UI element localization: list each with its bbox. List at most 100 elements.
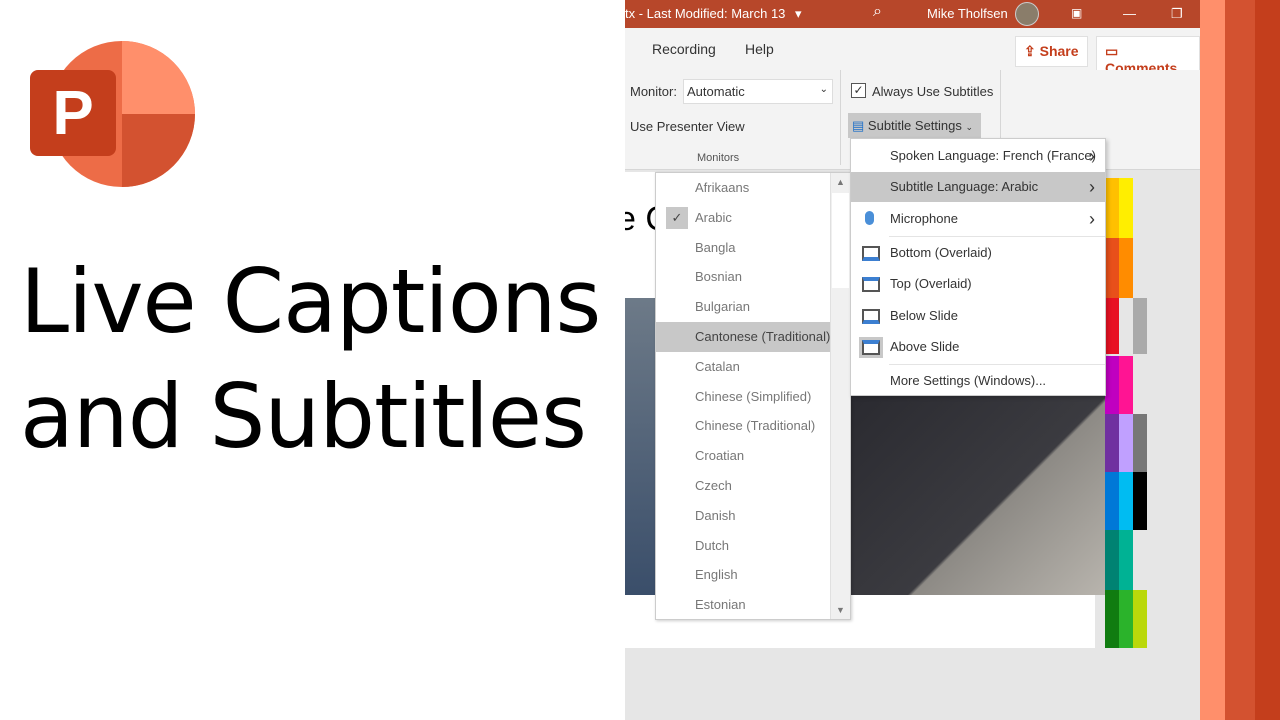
file-title[interactable]: tx - Last Modified: March 13 [625, 6, 785, 21]
slide-photo-tablet [850, 395, 1118, 595]
tab-help[interactable]: Help [745, 41, 774, 57]
language-label: Bosnian [695, 269, 742, 285]
scroll-up-arrow[interactable]: ▲ [831, 173, 850, 187]
language-label: Croatian [695, 448, 745, 464]
title-bar: tx - Last Modified: March 13 ▾ ⌕ Mike Th… [625, 0, 1200, 28]
share-icon: ⇪ [1024, 43, 1040, 59]
tab-recording[interactable]: Recording [652, 41, 716, 57]
monitor-select[interactable]: Automatic ⌄ [683, 79, 833, 104]
headline-line-1: Live Captions [20, 250, 601, 353]
color-tab [1105, 530, 1119, 590]
subtitle-settings-menu: Spoken Language: French (France) › Subtitl… [850, 138, 1106, 396]
user-name[interactable]: Mike Tholfsen [927, 6, 1008, 21]
restore-button[interactable]: ❐ [1171, 6, 1183, 22]
menu-item[interactable]: Top (Overlaid) [851, 269, 1105, 299]
always-use-subtitles-label: Always Use Subtitles [872, 84, 994, 99]
file-title-dropdown[interactable]: ▾ [795, 6, 802, 22]
color-tab [1105, 472, 1119, 530]
subtitle-settings-button[interactable]: ▤ Subtitle Settings ⌄ [848, 113, 981, 138]
menu-item-label: Above Slide [890, 339, 960, 354]
language-option[interactable]: Bangla [656, 233, 831, 263]
language-label: Cantonese (Traditional) [695, 329, 831, 344]
color-tab [1133, 472, 1147, 530]
always-use-subtitles-checkbox[interactable]: ✓ [851, 83, 866, 98]
group-label-monitors: Monitors [697, 152, 740, 164]
color-tab [1119, 530, 1133, 590]
subtitle-bottom-icon [862, 246, 880, 261]
menu-divider [889, 364, 1105, 365]
color-tab [1133, 414, 1147, 472]
language-option[interactable]: Bosnian [656, 262, 831, 292]
headline-line-2: and Subtitles [20, 365, 587, 468]
language-option[interactable]: Chinese (Simplified) [656, 382, 831, 412]
chevron-right-icon: › [1089, 146, 1095, 166]
menu-item[interactable]: Subtitle Language: Arabic › [851, 172, 1105, 202]
decor-strip [1225, 0, 1255, 720]
subtitle-above-icon [859, 337, 883, 358]
chevron-down-icon: ⌄ [965, 122, 974, 132]
monitor-label: Monitor: [630, 84, 677, 99]
language-option[interactable]: Croatian [656, 441, 831, 471]
menu-item[interactable]: Above Slide [851, 332, 1105, 362]
chevron-right-icon: › [1089, 177, 1095, 197]
color-tab [1119, 414, 1133, 472]
language-option[interactable]: English [656, 560, 831, 590]
slide-photo [625, 298, 655, 595]
language-option[interactable]: Catalan [656, 352, 831, 382]
language-label: Chinese (Traditional) [695, 418, 816, 434]
scroll-down-arrow[interactable]: ▼ [831, 605, 850, 615]
language-option[interactable]: Afrikaans [656, 173, 831, 203]
use-presenter-view-checkbox[interactable]: Use Presenter View [630, 119, 745, 134]
ribbon-display-icon[interactable]: ▣ [1071, 6, 1082, 20]
menu-item-label: Below Slide [890, 308, 958, 323]
menu-item[interactable]: Bottom (Overlaid) [851, 238, 1105, 268]
scrollbar[interactable]: ▲ ▼ [830, 173, 850, 619]
language-option[interactable]: Czech [656, 471, 831, 501]
language-label: Chinese (Simplified) [695, 388, 812, 404]
language-label: Danish [695, 507, 736, 523]
menu-item[interactable]: Below Slide [851, 301, 1105, 331]
language-label: Czech [695, 478, 732, 493]
color-tab [1133, 298, 1147, 354]
color-tab [1105, 414, 1119, 472]
comment-icon: ▭ [1105, 43, 1119, 59]
language-label: Arabic [695, 209, 732, 225]
logo-letter: P [52, 79, 93, 148]
subtitle-settings-icon: ▤ [852, 118, 865, 133]
ribbon-tabs: Recording Help ⇪ Share ▭ Comments [625, 28, 1200, 83]
avatar[interactable] [1015, 2, 1039, 26]
menu-divider [889, 236, 1105, 237]
color-tab [1119, 472, 1133, 530]
language-option[interactable]: Chinese (Traditional) [656, 411, 831, 441]
language-option[interactable]: Danish [656, 501, 831, 531]
menu-item-label: More Settings (Windows)... [890, 373, 1047, 388]
language-label: Estonian [695, 597, 746, 613]
language-option[interactable]: Cantonese (Traditional) [656, 322, 831, 352]
menu-item[interactable]: Microphone › [851, 204, 1105, 234]
language-label: Bangla [695, 239, 736, 255]
menu-item-label: Subtitle Language: Arabic [890, 179, 1039, 194]
search-icon[interactable]: ⌕ [873, 3, 882, 21]
language-option[interactable]: ✓ Arabic [656, 203, 831, 233]
chevron-right-icon: › [1089, 209, 1095, 229]
color-tab [1105, 356, 1119, 414]
language-label: Catalan [695, 358, 740, 374]
scroll-thumb[interactable] [832, 193, 849, 288]
menu-item-label: Bottom (Overlaid) [890, 245, 992, 260]
language-label: Afrikaans [695, 180, 750, 195]
color-tab [1119, 356, 1133, 414]
share-button[interactable]: ⇪ Share [1015, 36, 1088, 67]
language-option[interactable]: Dutch [656, 531, 831, 561]
subtitle-below-icon [862, 309, 880, 324]
powerpoint-logo: P [30, 41, 195, 187]
minimize-button[interactable]: — [1123, 6, 1136, 21]
language-option[interactable]: Estonian [656, 590, 831, 620]
checkmark-icon: ✓ [666, 206, 688, 229]
color-tab [1119, 238, 1133, 298]
microphone-icon [865, 211, 874, 225]
menu-item[interactable]: More Settings (Windows)... [851, 366, 1105, 396]
menu-item[interactable]: Spoken Language: French (France) › [851, 141, 1105, 171]
language-option[interactable]: Bulgarian [656, 292, 831, 322]
divider [840, 70, 841, 165]
subtitle-top-icon [862, 277, 880, 292]
